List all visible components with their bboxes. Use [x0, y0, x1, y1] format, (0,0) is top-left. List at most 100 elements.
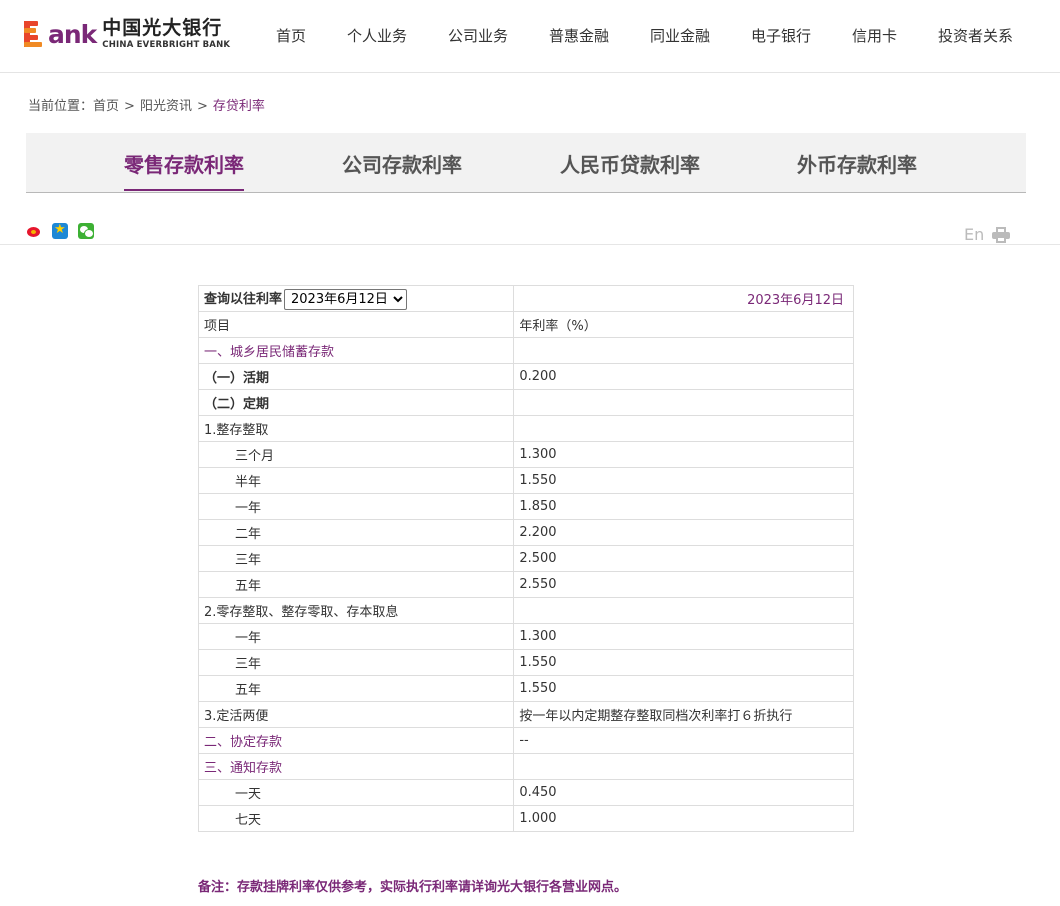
nav-item-investor-relations[interactable]: 投资者关系: [938, 25, 1013, 46]
row-item: 三、通知存款: [197, 753, 515, 780]
row-item: 三年: [197, 545, 515, 572]
deposit-rate-table: 查询以往利率 2023年6月12日 2023年6月12日 项目 年利率（%） 一、…: [197, 285, 854, 832]
qzone-share-icon[interactable]: [52, 222, 68, 239]
nav-item-personal[interactable]: 个人业务: [347, 25, 407, 46]
table-header-row: 项目 年利率（%）: [197, 311, 854, 338]
header-item: 项目: [197, 311, 515, 338]
row-item: 五年: [197, 675, 515, 702]
row-rate: 1.300: [513, 623, 854, 650]
row-item: 一天: [197, 779, 515, 806]
row-item: （二）定期: [197, 389, 515, 416]
row-rate: 1.000: [513, 805, 854, 832]
breadcrumb-separator: >: [196, 99, 208, 114]
row-item: 一、城乡居民储蓄存款: [197, 337, 515, 364]
logo-cn-name: 中国光大银行: [102, 16, 223, 39]
remark-note: 备注：存款挂牌利率仅供参考，实际执行利率请详询光大银行各营业网点。: [198, 880, 628, 895]
tab-retail-deposit-rates[interactable]: 零售存款利率: [124, 149, 244, 191]
nav-item-interbank[interactable]: 同业金融: [650, 25, 710, 46]
table-row: 2.零存整取、整存零取、存本取息: [197, 597, 854, 624]
table-row: （一）活期 0.200: [197, 363, 854, 390]
table-row: 1.整存整取: [197, 415, 854, 442]
row-rate: 0.450: [513, 779, 854, 806]
row-item: （一）活期: [197, 363, 515, 390]
row-rate: 1.550: [513, 675, 854, 702]
tab-corporate-deposit-rates[interactable]: 公司存款利率: [342, 149, 462, 178]
breadcrumb-separator: >: [124, 99, 135, 114]
row-rate: 0.200: [513, 363, 854, 390]
divider: [0, 244, 1060, 245]
row-item: 三个月: [197, 441, 515, 468]
row-rate: 按一年以内定期整存整取同档次利率打６折执行: [513, 701, 854, 728]
query-history-label: 查询以往利率: [204, 291, 283, 307]
row-rate: --: [513, 727, 854, 754]
row-rate: [513, 337, 854, 364]
row-item: 二年: [197, 519, 515, 546]
nav-item-home[interactable]: 首页: [276, 25, 306, 46]
table-row: 一天 0.450: [197, 779, 854, 806]
breadcrumb: 当前位置：首页 > 阳光资讯 > 存贷利率: [28, 95, 265, 114]
row-rate: [513, 597, 854, 624]
table-row: 七天 1.000: [197, 805, 854, 832]
breadcrumb-home[interactable]: 首页: [93, 99, 119, 114]
nav-item-ebank[interactable]: 电子银行: [751, 25, 811, 46]
logo-text: 中国光大银行 CHINA EVERBRIGHT BANK: [102, 16, 231, 50]
table-row: （二）定期: [197, 389, 854, 416]
table-query-row: 查询以往利率 2023年6月12日 2023年6月12日: [197, 285, 854, 312]
row-item: 一年: [197, 493, 515, 520]
table-row: 三年 1.550: [197, 649, 854, 676]
row-item: 七天: [197, 805, 515, 832]
row-item: 半年: [197, 467, 515, 494]
rate-tabs: 零售存款利率 公司存款利率 人民币贷款利率 外币存款利率: [26, 133, 1026, 193]
breadcrumb-prefix: 当前位置：: [28, 99, 94, 114]
row-rate: [513, 389, 854, 416]
wechat-share-icon[interactable]: [78, 223, 94, 239]
row-rate: 2.550: [513, 571, 854, 598]
row-rate: [513, 415, 854, 442]
table-row: 五年 2.550: [197, 571, 854, 598]
english-toggle[interactable]: En: [964, 225, 984, 244]
row-item: 五年: [197, 571, 515, 598]
header-rate: 年利率（%）: [513, 311, 854, 338]
row-rate: 1.850: [513, 493, 854, 520]
row-item: 3.定活两便: [197, 701, 515, 728]
tab-rmb-loan-rates[interactable]: 人民币贷款利率: [560, 149, 700, 178]
row-item: 三年: [197, 649, 515, 676]
row-rate: 2.200: [513, 519, 854, 546]
print-icon[interactable]: [992, 226, 1011, 243]
nav-item-corporate[interactable]: 公司业务: [448, 25, 508, 46]
row-rate: 1.300: [513, 441, 854, 468]
row-item: 2.零存整取、整存零取、存本取息: [197, 597, 515, 624]
logo-en-name: CHINA EVERBRIGHT BANK: [102, 39, 231, 50]
tab-foreign-currency-deposit-rates[interactable]: 外币存款利率: [797, 149, 917, 178]
row-rate: [513, 753, 854, 780]
nav-item-inclusive-finance[interactable]: 普惠金融: [549, 25, 609, 46]
row-item: 一年: [197, 623, 515, 650]
row-rate: 2.500: [513, 545, 854, 572]
page-tools: En: [964, 225, 1011, 244]
breadcrumb-current[interactable]: 存贷利率: [213, 99, 265, 114]
table-row: 二年 2.200: [197, 519, 854, 546]
weibo-share-icon[interactable]: [26, 223, 42, 239]
table-row: 三、通知存款: [197, 753, 854, 780]
table-row: 一年 1.850: [197, 493, 854, 520]
date-select[interactable]: 2023年6月12日: [284, 288, 408, 310]
row-item: 二、协定存款: [197, 727, 515, 754]
nav-item-credit-card[interactable]: 信用卡: [852, 25, 897, 46]
table-row: 半年 1.550: [197, 467, 854, 494]
table-row: 五年 1.550: [197, 675, 854, 702]
table-row: 三个月 1.300: [197, 441, 854, 468]
share-bar: [26, 222, 104, 239]
table-row: 一年 1.300: [197, 623, 854, 650]
row-item: 1.整存整取: [197, 415, 515, 442]
table-row: 3.定活两便 按一年以内定期整存整取同档次利率打６折执行: [197, 701, 854, 728]
current-date: 2023年6月12日: [513, 285, 854, 312]
table-row: 二、协定存款 --: [197, 727, 854, 754]
logo-ank-text: ank: [48, 19, 97, 49]
logo-b-mark-icon: [24, 19, 46, 49]
table-row: 三年 2.500: [197, 545, 854, 572]
row-rate: 1.550: [513, 649, 854, 676]
bank-logo[interactable]: ank 中国光大银行 CHINA EVERBRIGHT BANK: [24, 16, 234, 52]
breadcrumb-news[interactable]: 阳光资讯: [140, 99, 192, 114]
table-row: 一、城乡居民储蓄存款: [197, 337, 854, 364]
row-rate: 1.550: [513, 467, 854, 494]
